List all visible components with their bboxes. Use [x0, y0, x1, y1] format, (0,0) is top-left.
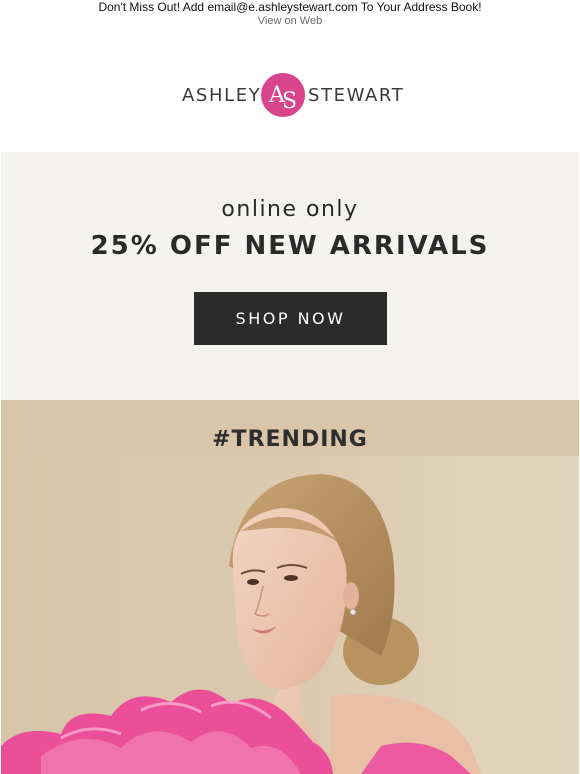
- left-eye: [247, 579, 259, 585]
- preheader: Don't Miss Out! Add email@e.ashleystewar…: [0, 0, 580, 30]
- model-ear: [343, 582, 359, 610]
- as-monogram-icon: A S: [261, 73, 305, 117]
- view-on-web-link[interactable]: View on Web: [0, 15, 580, 28]
- shop-now-button[interactable]: SHOP NOW: [194, 292, 387, 345]
- logo-word-ashley: ASHLEY: [182, 85, 262, 106]
- trending-section: #TRENDING: [1, 400, 579, 774]
- promo-headline: 25% OFF NEW ARRIVALS: [90, 231, 490, 261]
- svg-text:S: S: [282, 89, 297, 114]
- add-to-address-book-text: Don't Miss Out! Add email@e.ashleystewar…: [98, 0, 482, 14]
- promo-banner: online only 25% OFF NEW ARRIVALS SHOP NO…: [1, 152, 579, 400]
- logo-word-stewart: STEWART: [308, 85, 405, 106]
- model-photo[interactable]: [1, 456, 579, 774]
- earring: [349, 608, 357, 616]
- ashley-stewart-logo[interactable]: ASHLEY A S STEWART: [180, 70, 405, 120]
- right-eye: [284, 575, 298, 581]
- trending-title: #TRENDING: [212, 427, 368, 452]
- photo-wall-panel: [477, 456, 579, 774]
- promo-subheadline: online only: [221, 197, 359, 222]
